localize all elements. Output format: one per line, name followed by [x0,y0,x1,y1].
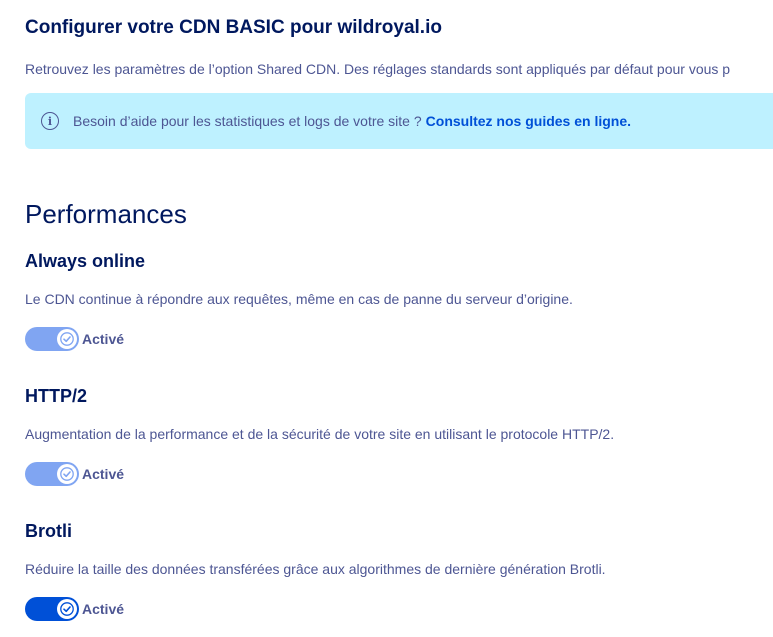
check-icon [60,467,74,481]
toggle-row: Activé [25,462,124,486]
feature-description: Réduire la taille des données transférée… [25,561,606,577]
info-banner: i Besoin d’aide pour les statistiques et… [25,93,773,149]
info-icon: i [41,112,59,130]
section-title-performances: Performances [25,199,187,229]
feature-title: Brotli [25,521,72,541]
feature-title: HTTP/2 [25,386,88,406]
toggle-row: Activé [25,597,124,621]
cdn-settings-page: Configurer votre CDN BASIC pour wildroya… [25,0,773,637]
feature-description: Le CDN continue à répondre aux requêtes,… [25,291,573,307]
banner-text: Besoin d’aide pour les statistiques et l… [73,113,422,129]
toggle-label: Activé [82,331,125,347]
feature-title: Always online [25,251,146,271]
toggle-knob [57,599,77,619]
feature-description: Augmentation de la performance et de la … [25,426,615,442]
toggle-knob [57,329,77,349]
toggle-label: Activé [82,601,125,617]
guides-link[interactable]: Consultez nos guides en ligne. [426,113,631,129]
toggle-label: Activé [82,466,125,482]
check-icon [60,332,74,346]
http2-toggle[interactable] [25,462,79,486]
intro-text: Retrouvez les paramètres de l’option Sha… [25,61,731,77]
check-icon [60,602,74,616]
toggle-row: Activé [25,327,124,351]
brotli-toggle[interactable] [25,597,79,621]
always-online-toggle[interactable] [25,327,79,351]
toggle-knob [57,464,77,484]
page-title: Configurer votre CDN BASIC pour wildroya… [25,17,442,38]
